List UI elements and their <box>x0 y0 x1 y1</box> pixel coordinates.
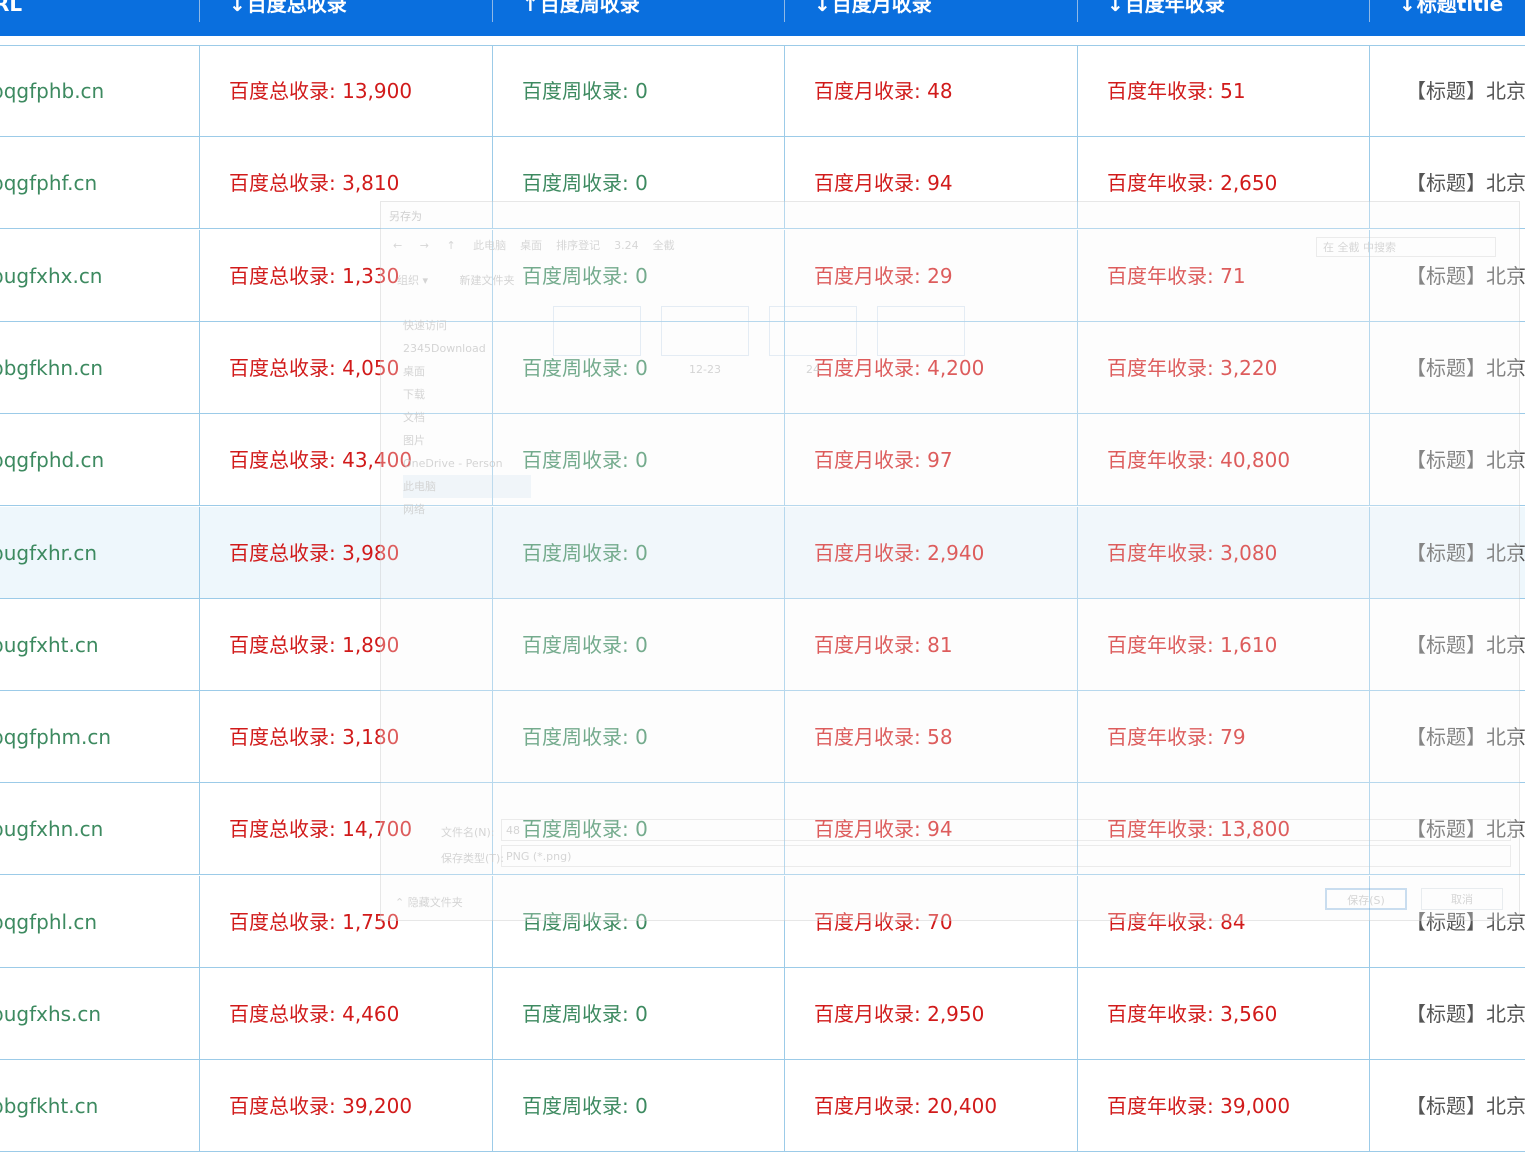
nav-item[interactable]: 桌面 <box>403 360 531 383</box>
table-row[interactable]: pugfxhs.cn 百度总收录: 4,460 百度周收录: 0 百度月收录: 2,9… <box>0 968 1525 1060</box>
total-index-cell: 百度总收录: 39,200 <box>200 1060 493 1152</box>
dialog-toolbar: 组织 ▾ 新建文件夹 <box>397 272 543 288</box>
url-cell[interactable]: pugfxhx.cn <box>0 229 200 322</box>
sort-arrow-icon: ↑ <box>522 0 539 16</box>
nav-item[interactable]: 2345Download <box>403 337 531 360</box>
column-header-month[interactable]: ↓百度月收录 <box>785 0 1078 22</box>
month-index-cell: 百度月收录: 2,950 <box>785 968 1078 1060</box>
column-header-url[interactable]: ↓URL <box>0 0 200 22</box>
column-header-total[interactable]: ↓百度总收录 <box>200 0 493 22</box>
organize-button[interactable]: 组织 ▾ <box>397 274 428 287</box>
up-icon[interactable]: ↑ <box>446 239 455 252</box>
title-cell: 【标题】北京电 <box>1406 79 1525 103</box>
table-row[interactable]: bbgfkht.cn 百度总收录: 39,200 百度周收录: 0 百度月收录: 20… <box>0 1060 1525 1152</box>
save-button[interactable]: 保存(S) <box>1325 888 1407 910</box>
column-header-week[interactable]: ↑百度周收录 <box>493 0 785 22</box>
file-name-label: 24 <box>806 363 820 376</box>
nav-item[interactable]: 文档 <box>403 406 531 429</box>
filetype-label: 保存类型(T): <box>441 852 505 865</box>
sort-arrow-icon: ↓ <box>814 0 831 16</box>
breadcrumb-item[interactable]: 排序登记 <box>556 239 600 252</box>
url-cell[interactable]: pugfxhn.cn <box>0 783 200 876</box>
file-thumbnail[interactable] <box>877 306 965 356</box>
file-thumbnail[interactable]: 24 <box>769 306 857 376</box>
chevron-up-icon: ⌃ <box>395 896 408 909</box>
nav-item[interactable]: 下载 <box>403 383 531 406</box>
address-bar[interactable]: ← → ↑ 此电脑 桌面 排序登记 3.24 全截 <box>393 234 1293 258</box>
file-thumbnail[interactable]: 12-23 <box>661 306 749 376</box>
column-header-year[interactable]: ↓百度年收录 <box>1078 0 1370 22</box>
month-index-cell: 百度月收录: 48 <box>785 45 1078 137</box>
file-thumbnail[interactable] <box>553 306 641 356</box>
sort-arrow-icon: ↓ <box>229 0 246 16</box>
nav-item[interactable]: 此电脑 <box>403 475 531 498</box>
sort-arrow-icon: ↓ <box>1107 0 1124 16</box>
url-cell[interactable]: pugfxht.cn <box>0 598 200 691</box>
nav-item[interactable]: 图片 <box>403 429 531 452</box>
url-cell[interactable]: pqgfphd.cn <box>0 414 200 507</box>
breadcrumb: 此电脑 桌面 排序登记 3.24 全截 <box>473 239 689 252</box>
week-index-cell: 百度周收录: 0 <box>493 45 785 137</box>
nav-item[interactable]: 网络 <box>403 498 531 521</box>
breadcrumb-item[interactable]: 3.24 <box>614 239 639 252</box>
year-index-cell: 百度年收录: 51 <box>1078 45 1370 137</box>
url-cell[interactable]: bbgfkhn.cn <box>0 321 200 414</box>
forward-icon[interactable]: → <box>420 239 429 252</box>
total-index-cell: 百度总收录: 4,460 <box>200 968 493 1060</box>
url-cell[interactable]: pugfxhs.cn <box>0 968 200 1060</box>
url-cell[interactable]: pqgfphl.cn <box>0 875 200 968</box>
url-cell[interactable]: pqgfphb.cn <box>0 45 200 137</box>
year-index-cell: 百度年收录: 3,560 <box>1078 968 1370 1060</box>
search-input[interactable]: 在 全截 中搜索 <box>1316 237 1496 257</box>
breadcrumb-item[interactable]: 桌面 <box>520 239 542 252</box>
url-cell[interactable]: pugfxhr.cn <box>0 506 200 599</box>
file-thumbnails: 12-23 24 <box>553 306 985 376</box>
filename-input[interactable]: 48 <box>501 819 1511 841</box>
nav-item[interactable]: OneDrive - Person <box>403 452 531 475</box>
new-folder-button[interactable]: 新建文件夹 <box>460 274 515 287</box>
back-icon[interactable]: ← <box>393 239 402 252</box>
navigation-pane: 快速访问 2345Download 桌面 下载 文档 图片 OneDrive - Perso… <box>403 314 531 521</box>
month-index-cell: 百度月收录: 20,400 <box>785 1060 1078 1152</box>
url-cell[interactable]: pqgfphm.cn <box>0 691 200 784</box>
nav-item[interactable]: 快速访问 <box>403 314 531 337</box>
column-header-title[interactable]: ↓标题title <box>1370 0 1525 22</box>
cancel-button[interactable]: 取消 <box>1421 888 1503 910</box>
filename-label: 文件名(N): <box>441 826 495 839</box>
url-cell[interactable]: bbgfkht.cn <box>0 1060 200 1152</box>
breadcrumb-item[interactable]: 全截 <box>653 239 675 252</box>
breadcrumb-item[interactable]: 此电脑 <box>473 239 506 252</box>
title-cell: 【标题】北京 <box>1406 1002 1525 1026</box>
save-as-dialog: 另存为 ← → ↑ 此电脑 桌面 排序登记 3.24 全截 在 全截 中搜索 组织 ▾ … <box>380 201 1520 921</box>
sort-arrow-icon: ↓ <box>1399 0 1416 16</box>
table-row[interactable]: pqgfphb.cn 百度总收录: 13,900 百度周收录: 0 百度月收录: 48… <box>0 45 1525 137</box>
dialog-title: 另存为 <box>389 210 422 223</box>
week-index-cell: 百度周收录: 0 <box>493 1060 785 1152</box>
year-index-cell: 百度年收录: 39,000 <box>1078 1060 1370 1152</box>
total-index-cell: 百度总收录: 13,900 <box>200 45 493 137</box>
url-cell[interactable]: pqgfphf.cn <box>0 137 200 230</box>
filetype-select[interactable]: PNG (*.png) <box>501 845 1511 867</box>
title-cell: 【标题】北京 <box>1406 1094 1525 1119</box>
file-name-label: 12-23 <box>689 363 721 376</box>
hide-folders-toggle[interactable]: ⌃ 隐藏文件夹 <box>395 894 463 910</box>
week-index-cell: 百度周收录: 0 <box>493 968 785 1060</box>
